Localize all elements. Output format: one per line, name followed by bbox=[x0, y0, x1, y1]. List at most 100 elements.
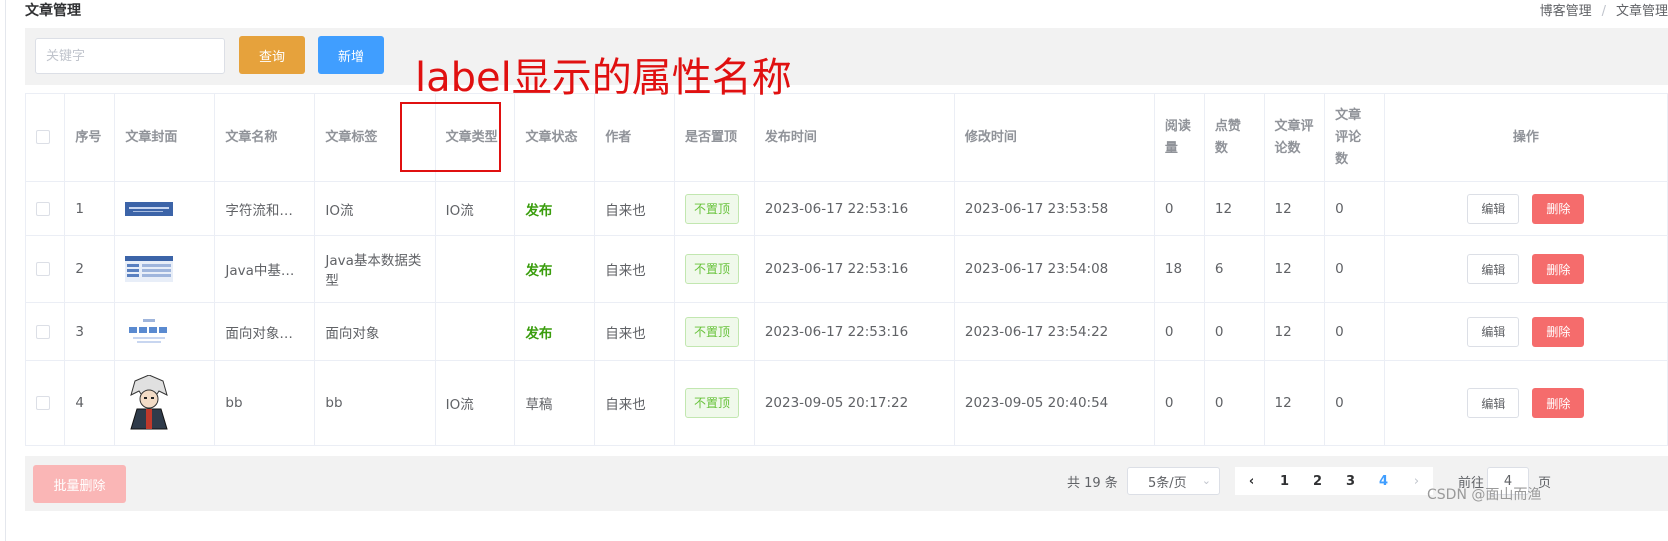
table-row: 1 字符流和… IO流 IO流 发布 自来也 不置顶 2023-06-17 22:53:16 2… bbox=[24, 181, 1668, 236]
cell-status: 发布 bbox=[514, 181, 596, 236]
page-size-value: 5条/页 bbox=[1148, 475, 1187, 491]
page-button-3[interactable]: 3 bbox=[1334, 467, 1367, 495]
row-checkbox[interactable] bbox=[36, 262, 50, 276]
breadcrumb: 博客管理 / 文章管理 bbox=[1540, 0, 1668, 19]
cell-tags: bb bbox=[314, 360, 436, 446]
cell-views: 0 bbox=[1153, 360, 1205, 446]
table-row: 3 面向对象… 面向对象 发布 自来也 不置顶 2023-06-17 22:53:16 202… bbox=[24, 302, 1668, 361]
page-size-select[interactable]: 5条/页 ⌄ bbox=[1127, 467, 1220, 495]
chevron-down-icon: ⌄ bbox=[1201, 474, 1211, 487]
edit-button[interactable]: 编辑 bbox=[1467, 193, 1520, 224]
row-checkbox[interactable] bbox=[36, 396, 50, 410]
cell-name: Java中基… bbox=[214, 235, 316, 303]
cell-views: 18 bbox=[1153, 235, 1205, 303]
select-all-checkbox[interactable] bbox=[36, 130, 50, 144]
top-status-tag: 不置顶 bbox=[685, 388, 740, 418]
watermark: CSDN @面山而渔 bbox=[1427, 487, 1542, 503]
batch-delete-button[interactable]: 批量删除 bbox=[33, 465, 126, 503]
cell-index: 3 bbox=[64, 302, 116, 361]
delete-button[interactable]: 删除 bbox=[1532, 193, 1585, 224]
header-index: 序号 bbox=[64, 93, 116, 182]
cell-name: 面向对象… bbox=[214, 302, 316, 361]
cell-index: 1 bbox=[64, 181, 116, 236]
chevron-left-icon[interactable]: ‹ bbox=[1235, 467, 1268, 495]
cell-type bbox=[434, 302, 516, 361]
cell-modify-time: 2023-06-17 23:54:08 bbox=[953, 235, 1155, 303]
edit-button[interactable]: 编辑 bbox=[1467, 388, 1520, 418]
cell-actions: 编辑 删除 bbox=[1383, 235, 1668, 303]
annotation-text: label显示的属性名称 bbox=[415, 55, 792, 101]
row-select-cell bbox=[24, 360, 66, 446]
cell-tags: IO流 bbox=[314, 181, 436, 236]
search-input[interactable] bbox=[35, 38, 225, 74]
header-modify-time: 修改时间 bbox=[953, 93, 1155, 182]
cell-modify-time: 2023-06-17 23:53:58 bbox=[953, 181, 1155, 236]
cell-comments-2: 0 bbox=[1324, 360, 1385, 446]
cell-cover bbox=[114, 235, 216, 303]
table-footer: 批量删除 共 19 条 5条/页 ⌄ ‹ 1 2 3 4 › 前往 页 bbox=[25, 456, 1668, 511]
cell-type bbox=[434, 235, 516, 303]
top-status-tag: 不置顶 bbox=[685, 316, 740, 347]
cell-name: bb bbox=[214, 360, 316, 446]
row-checkbox[interactable] bbox=[36, 201, 50, 216]
cell-comments-1: 12 bbox=[1263, 302, 1326, 361]
breadcrumb-item-blog[interactable]: 博客管理 bbox=[1540, 4, 1592, 19]
status-text: 发布 bbox=[525, 202, 553, 219]
row-checkbox[interactable] bbox=[36, 324, 50, 339]
cover-thumbnail bbox=[125, 201, 174, 216]
cell-status: 发布 bbox=[514, 302, 596, 361]
status-text: 发布 bbox=[525, 263, 553, 279]
cell-status: 草稿 bbox=[514, 360, 596, 446]
cell-publish-time: 2023-06-17 22:53:16 bbox=[753, 302, 955, 361]
header-comments-2: 文章评论数 bbox=[1324, 93, 1385, 182]
edit-button[interactable]: 编辑 bbox=[1467, 254, 1520, 284]
delete-button[interactable]: 删除 bbox=[1532, 316, 1585, 347]
header-cover: 文章封面 bbox=[114, 93, 216, 182]
article-table: 序号 文章封面 文章名称 文章标签 文章类型 文章状态 作者 是否置顶 发布时间… bbox=[24, 93, 1668, 446]
header-status: 文章状态 bbox=[514, 93, 596, 182]
header-name: 文章名称 bbox=[214, 93, 316, 182]
top-status-tag: 不置顶 bbox=[685, 193, 740, 224]
cell-top: 不置顶 bbox=[674, 360, 755, 446]
cover-thumbnail bbox=[125, 256, 174, 282]
edit-button[interactable]: 编辑 bbox=[1467, 316, 1520, 347]
header-top: 是否置顶 bbox=[674, 93, 755, 182]
cell-comments-2: 0 bbox=[1324, 235, 1385, 303]
cell-comments-2: 0 bbox=[1324, 302, 1385, 361]
cell-tags: Java基本数据类型 bbox=[314, 235, 436, 303]
page-button-2[interactable]: 2 bbox=[1301, 467, 1334, 495]
pagination: ‹ 1 2 3 4 › bbox=[1235, 467, 1433, 495]
cell-actions: 编辑 删除 bbox=[1383, 302, 1668, 361]
header-author: 作者 bbox=[594, 93, 676, 182]
delete-button[interactable]: 删除 bbox=[1532, 388, 1585, 418]
cell-comments-1: 12 bbox=[1263, 235, 1326, 303]
cell-views: 0 bbox=[1153, 302, 1205, 361]
status-text: 发布 bbox=[525, 325, 553, 342]
top-status-tag: 不置顶 bbox=[685, 254, 740, 284]
cell-type: IO流 bbox=[434, 360, 516, 446]
status-text: 草稿 bbox=[525, 397, 553, 413]
cell-author: 自来也 bbox=[594, 235, 676, 303]
page-button-4[interactable]: 4 bbox=[1367, 467, 1400, 495]
query-button[interactable]: 查询 bbox=[239, 36, 305, 74]
cell-modify-time: 2023-06-17 23:54:22 bbox=[953, 302, 1155, 361]
cell-status: 发布 bbox=[514, 235, 596, 303]
select-all-cell bbox=[24, 93, 66, 182]
page-button-1[interactable]: 1 bbox=[1268, 467, 1301, 495]
cell-comments-1: 12 bbox=[1263, 181, 1326, 236]
add-button[interactable]: 新增 bbox=[318, 36, 384, 74]
table-row: 4 bb bb IO流 草稿 自来也 不置顶 2023-09-05 20:17:22 2023-… bbox=[24, 360, 1668, 446]
cell-top: 不置顶 bbox=[674, 235, 755, 303]
annotation-highlight-box bbox=[400, 102, 501, 172]
cell-cover bbox=[114, 360, 216, 446]
cell-likes: 0 bbox=[1203, 302, 1265, 361]
left-border bbox=[5, 0, 6, 541]
breadcrumb-item-articles: 文章管理 bbox=[1615, 4, 1668, 19]
cell-publish-time: 2023-09-05 20:17:22 bbox=[753, 360, 955, 446]
cell-cover bbox=[114, 181, 216, 236]
delete-button[interactable]: 删除 bbox=[1532, 254, 1585, 284]
cell-views: 0 bbox=[1153, 181, 1205, 236]
cell-publish-time: 2023-06-17 22:53:16 bbox=[753, 181, 955, 236]
cell-top: 不置顶 bbox=[674, 181, 755, 236]
header-comments-1: 文章评论数 bbox=[1263, 93, 1326, 182]
